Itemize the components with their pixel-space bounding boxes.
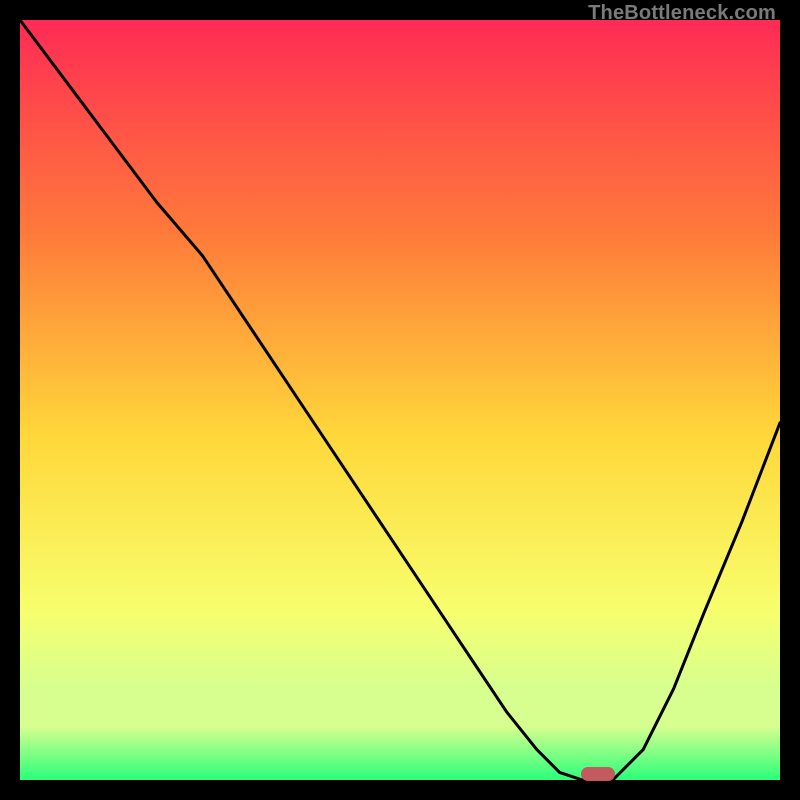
gradient-background — [20, 20, 780, 780]
sweet-spot-marker — [581, 767, 615, 781]
bottleneck-chart — [20, 20, 780, 780]
watermark-text: TheBottleneck.com — [588, 2, 776, 25]
chart-frame — [20, 20, 780, 780]
